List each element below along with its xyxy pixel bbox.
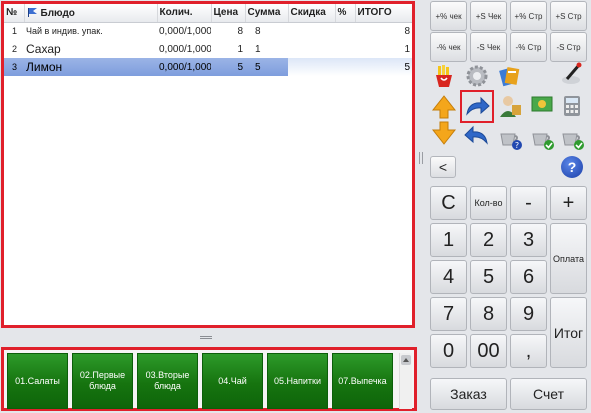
table-row[interactable]: 2 Сахар 0,000/1,000 1 1 1 bbox=[4, 40, 412, 58]
double-zero-key[interactable]: 00 bbox=[470, 334, 507, 368]
add-sum-check-button[interactable]: +S Чек bbox=[470, 1, 507, 31]
col-header-discount[interactable]: Скидка bbox=[287, 4, 335, 23]
menu-cards-icon[interactable] bbox=[496, 62, 524, 90]
row-price: 8 bbox=[237, 25, 243, 37]
up-down-arrows-icon[interactable] bbox=[430, 93, 458, 147]
category-button-salads[interactable]: 01.Салаты bbox=[7, 353, 68, 409]
category-scrollbar[interactable] bbox=[399, 353, 412, 409]
row-qty: 0,000/1,000 bbox=[157, 58, 211, 76]
minus-sum-check-button[interactable]: -S Чек bbox=[470, 32, 507, 62]
row-total: 1 bbox=[404, 43, 410, 55]
order-panel: № Блюдо Колич. Цена Сумма Скидка % ИТОГО… bbox=[1, 1, 415, 328]
row-sum: 8 bbox=[255, 25, 261, 37]
digit-0-key[interactable]: 0 bbox=[430, 334, 467, 368]
table-row[interactable]: 1 Чай в индив. упак. 0,000/1,000 8 8 8 bbox=[4, 22, 412, 40]
total-key[interactable]: Итог bbox=[550, 297, 587, 368]
col-header-no[interactable]: № bbox=[4, 4, 24, 23]
table-header-row: № Блюдо Колич. Цена Сумма Скидка % ИТОГО bbox=[4, 4, 412, 23]
digit-8-key[interactable]: 8 bbox=[470, 297, 507, 331]
row-qty: 0,000/1,000 bbox=[159, 25, 211, 37]
highlight-marker bbox=[460, 90, 494, 123]
row-percent bbox=[335, 58, 355, 76]
row-discount bbox=[288, 58, 335, 76]
cup-check-icon[interactable] bbox=[558, 124, 586, 152]
add-percent-row-button[interactable]: +% Стр bbox=[510, 1, 547, 31]
digit-1-key[interactable]: 1 bbox=[430, 223, 467, 257]
undo-arrow-icon[interactable] bbox=[463, 122, 491, 150]
category-button-drinks[interactable]: 05.Напитки bbox=[267, 353, 328, 409]
row-no: 2 bbox=[12, 44, 18, 54]
row-dish: Чай в индив. упак. bbox=[26, 26, 103, 37]
row-sum: 1 bbox=[255, 43, 261, 55]
minus-key[interactable]: - bbox=[510, 186, 547, 220]
horizontal-splitter-handle[interactable] bbox=[200, 336, 212, 339]
row-price: 1 bbox=[237, 43, 243, 55]
row-dish: Сахар bbox=[26, 42, 61, 56]
comma-key[interactable]: , bbox=[510, 334, 547, 368]
dish-flag-icon bbox=[27, 7, 37, 17]
minus-percent-row-button[interactable]: -% Стр bbox=[510, 32, 547, 62]
clear-key[interactable]: C bbox=[430, 186, 467, 220]
scroll-up-icon[interactable] bbox=[401, 355, 411, 365]
cup-question-icon[interactable]: ? bbox=[496, 124, 524, 152]
col-header-percent[interactable]: % bbox=[334, 4, 355, 23]
plus-key[interactable]: + bbox=[550, 186, 587, 220]
pay-key[interactable]: Оплата bbox=[550, 223, 587, 294]
svg-text:?: ? bbox=[515, 141, 519, 150]
row-no: 3 bbox=[4, 58, 24, 76]
category-button-bakery[interactable]: 07.Выпечка bbox=[332, 353, 393, 409]
digit-2-key[interactable]: 2 bbox=[470, 223, 507, 257]
table-row-selected[interactable]: 3 Лимон 0,000/1,000 5 5 5 bbox=[4, 58, 412, 76]
quantity-key[interactable]: Кол-во bbox=[470, 186, 507, 220]
col-header-qty[interactable]: Колич. bbox=[156, 4, 211, 23]
digit-4-key[interactable]: 4 bbox=[430, 260, 467, 294]
row-price: 5 bbox=[211, 58, 245, 76]
user-icon[interactable] bbox=[496, 92, 524, 120]
digit-9-key[interactable]: 9 bbox=[510, 297, 547, 331]
col-header-dish[interactable]: Блюдо bbox=[23, 4, 157, 23]
row-percent bbox=[335, 22, 355, 40]
digit-7-key[interactable]: 7 bbox=[430, 297, 467, 331]
check-button[interactable]: Счет bbox=[510, 378, 587, 410]
row-sum: 5 bbox=[245, 58, 288, 76]
pen-icon[interactable] bbox=[558, 60, 586, 88]
add-percent-check-button[interactable]: +% чек bbox=[430, 1, 467, 31]
back-button[interactable]: < bbox=[430, 156, 456, 178]
digit-6-key[interactable]: 6 bbox=[510, 260, 547, 294]
row-dish: Лимон bbox=[24, 58, 157, 76]
row-qty: 0,000/1,000 bbox=[159, 43, 211, 55]
row-percent bbox=[335, 40, 355, 58]
money-icon[interactable] bbox=[528, 90, 556, 118]
minus-percent-check-button[interactable]: -% чек bbox=[430, 32, 467, 62]
category-button-main-courses[interactable]: 03.Вторые блюда bbox=[137, 353, 198, 409]
digit-3-key[interactable]: 3 bbox=[510, 223, 547, 257]
category-panel: 01.Салаты 02.Первые блюда 03.Вторые блюд… bbox=[1, 347, 417, 411]
row-total: 5 bbox=[355, 58, 412, 76]
cup-check-icon[interactable] bbox=[528, 124, 556, 152]
col-header-total[interactable]: ИТОГО bbox=[354, 4, 412, 23]
minus-sum-row-button[interactable]: -S Стр bbox=[550, 32, 587, 62]
col-header-price[interactable]: Цена bbox=[210, 4, 245, 23]
row-discount bbox=[288, 40, 335, 58]
gear-icon[interactable] bbox=[463, 62, 491, 90]
order-button[interactable]: Заказ bbox=[430, 378, 507, 410]
category-button-first-courses[interactable]: 02.Первые блюда bbox=[72, 353, 133, 409]
row-total: 8 bbox=[404, 25, 410, 37]
row-discount bbox=[288, 22, 335, 40]
fries-icon[interactable] bbox=[430, 62, 458, 90]
vertical-splitter-handle[interactable] bbox=[419, 152, 423, 164]
add-sum-row-button[interactable]: +S Стр bbox=[550, 1, 587, 31]
row-no: 1 bbox=[12, 26, 18, 37]
category-button-tea[interactable]: 04.Чай bbox=[202, 353, 263, 409]
help-icon[interactable]: ? bbox=[561, 156, 583, 178]
col-header-sum[interactable]: Сумма bbox=[244, 4, 288, 23]
digit-5-key[interactable]: 5 bbox=[470, 260, 507, 294]
order-table: № Блюдо Колич. Цена Сумма Скидка % ИТОГО… bbox=[4, 4, 412, 76]
col-header-dish-label: Блюдо bbox=[40, 7, 75, 19]
calculator-icon[interactable] bbox=[558, 92, 586, 120]
